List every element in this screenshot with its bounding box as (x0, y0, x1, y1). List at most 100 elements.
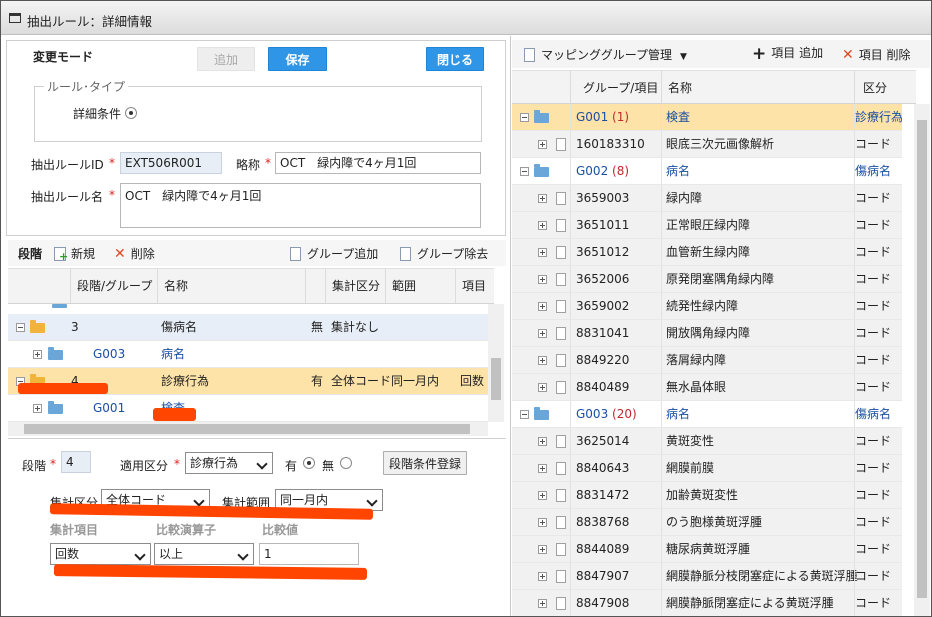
abbr-field[interactable]: OCT 緑内障で4ヶ月1回 (275, 152, 481, 174)
table-row[interactable]: G003 (20) 病名 傷病名 (512, 401, 902, 428)
col-range[interactable]: 範囲 (386, 269, 456, 303)
stage-new-button[interactable]: 新規 (54, 245, 95, 263)
document-icon (556, 192, 566, 205)
expand-icon[interactable] (538, 383, 547, 392)
no-radio[interactable] (340, 457, 352, 469)
folder-icon (30, 320, 45, 333)
expand-icon[interactable] (538, 437, 547, 446)
expand-icon[interactable] (538, 518, 547, 527)
table-row[interactable]: 8838768 のう胞様黄斑浮腫 コード (512, 509, 902, 536)
table-row[interactable]: 3652006 原発閉塞隅角緑内障 コード (512, 266, 902, 293)
register-button[interactable]: 段階条件登録 (383, 451, 467, 475)
col-agg[interactable]: 集計区分 (326, 269, 386, 303)
table-row[interactable]: 8831041 開放隅角緑内障 コード (512, 320, 902, 347)
scroll-thumb[interactable] (24, 424, 470, 434)
rule-type-radio[interactable] (125, 107, 137, 119)
expand-icon[interactable] (538, 248, 547, 257)
table-row[interactable]: 3659003 緑内障 コード (512, 185, 902, 212)
expand-icon[interactable] (538, 545, 547, 554)
mapping-vscroll[interactable] (914, 104, 930, 616)
expand-icon[interactable] (538, 329, 547, 338)
table-row[interactable]: 3651011 正常眼圧緑内障 コード (512, 212, 902, 239)
folder-icon (48, 401, 63, 414)
expand-icon[interactable] (33, 350, 42, 359)
expand-icon[interactable] (538, 356, 547, 365)
close-button[interactable]: 閉じる (426, 47, 484, 71)
chevron-down-icon (364, 490, 382, 510)
table-row[interactable]: 8849220 落屑緑内障 コード (512, 347, 902, 374)
document-icon (556, 597, 566, 610)
table-row[interactable]: 8840489 無水晶体眼 コード (512, 374, 902, 401)
required-mark: * (265, 156, 271, 170)
splitter[interactable] (8, 438, 506, 442)
table-row[interactable]: 3 傷病名 無 集計なし (8, 314, 488, 341)
expand-icon[interactable] (538, 302, 547, 311)
folder-icon (534, 164, 549, 177)
yes-label: 有 (285, 459, 298, 473)
mapping-menu[interactable]: マッピンググループ管理 ▼ (524, 46, 687, 63)
add-button[interactable]: 追加 (197, 47, 255, 71)
scroll-thumb[interactable] (491, 358, 501, 400)
collapse-icon[interactable] (520, 410, 529, 419)
expand-icon[interactable] (538, 464, 547, 473)
agg-item-select[interactable]: 回数 (50, 543, 151, 565)
title-bar: 抽出ルール：詳細情報 (1, 1, 931, 35)
expand-icon[interactable] (33, 404, 42, 413)
rule-name-field[interactable]: OCT 緑内障で4ヶ月1回 (120, 183, 481, 228)
table-row[interactable]: 8847907 網膜静脈分枝閉塞症による黄斑浮腫 コード (512, 563, 902, 590)
expand-icon[interactable] (538, 599, 547, 608)
table-row[interactable]: 3625014 黄斑変性 コード (512, 428, 902, 455)
stage-delete-button[interactable]: ✕ 削除 (114, 245, 155, 262)
save-button[interactable]: 保存 (268, 47, 327, 71)
collapse-icon[interactable] (520, 113, 529, 122)
table-row[interactable]: 3659002 続発性緑内障 コード (512, 293, 902, 320)
col-stage-group[interactable]: 段階/グループ (71, 269, 158, 303)
apply-label: 適用区分 (120, 459, 169, 473)
table-row[interactable]: 8831472 加齢黄斑変性 コード (512, 482, 902, 509)
group-add-button[interactable]: グループ追加 (290, 245, 378, 262)
add-item-button[interactable]: + 項目 追加 (752, 44, 823, 64)
table-row[interactable]: G002 (8) 病名 傷病名 (512, 158, 902, 185)
col-map-cat[interactable]: 区分 (855, 71, 916, 103)
col-group-item[interactable]: グループ/項目 (571, 71, 662, 103)
expand-icon[interactable] (538, 194, 547, 203)
expand-icon[interactable] (538, 491, 547, 500)
expand-icon[interactable] (538, 221, 547, 230)
expand-icon[interactable] (538, 572, 547, 581)
compare-value-field[interactable]: 1 (259, 543, 359, 565)
collapse-icon[interactable] (16, 323, 25, 332)
mapping-grid-header: グループ/項目 名称 区分 (512, 70, 916, 104)
col-map-name[interactable]: 名称 (662, 71, 855, 103)
expand-icon[interactable] (538, 140, 547, 149)
delete-item-button[interactable]: ✕ 項目 削除 (842, 46, 911, 63)
col-flag[interactable] (306, 269, 326, 303)
compare-op-select[interactable]: 以上 (154, 543, 254, 565)
yes-radio[interactable] (303, 457, 315, 469)
scroll-thumb[interactable] (917, 120, 927, 598)
table-row[interactable]: 160183310 眼底三次元画像解析 コード (512, 131, 902, 158)
rule-name-label: 抽出ルール名 (31, 190, 104, 204)
compare-op-label: 比較演算子 (156, 523, 217, 537)
rule-id-field[interactable]: EXT506R001 (120, 152, 222, 174)
no-label: 無 (322, 459, 335, 473)
col-name[interactable]: 名称 (158, 269, 306, 303)
table-row[interactable]: 8844089 糖尿病黄斑浮腫 コード (512, 536, 902, 563)
chevron-down-icon (254, 453, 272, 473)
apply-select[interactable]: 診療行為 (185, 452, 273, 474)
expand-icon[interactable] (538, 275, 547, 284)
group-remove-button[interactable]: グループ除去 (400, 245, 488, 262)
stage-grid-vscroll[interactable] (488, 304, 504, 422)
table-row[interactable]: G001 検査 (8, 395, 488, 422)
document-icon (556, 273, 566, 286)
folder-icon (52, 304, 67, 308)
stage-field[interactable]: 4 (61, 451, 91, 473)
col-item[interactable]: 項目 (456, 269, 496, 303)
table-row[interactable]: G003 病名 (8, 341, 488, 368)
table-row[interactable]: 8847908 網膜静脈閉塞症による黄斑浮腫 コード (512, 590, 902, 616)
collapse-icon[interactable] (520, 167, 529, 176)
mapping-grid-body: G001 (1) 検査 診療行為 160183310 眼底三次元画像解析 コード G002 … (512, 104, 902, 616)
table-row[interactable]: 8840643 網膜前膜 コード (512, 455, 902, 482)
stage-grid-hscroll[interactable] (8, 422, 488, 436)
table-row-selected[interactable]: G001 (1) 検査 診療行為 (512, 104, 902, 131)
table-row[interactable]: 3651012 血管新生緑内障 コード (512, 239, 902, 266)
